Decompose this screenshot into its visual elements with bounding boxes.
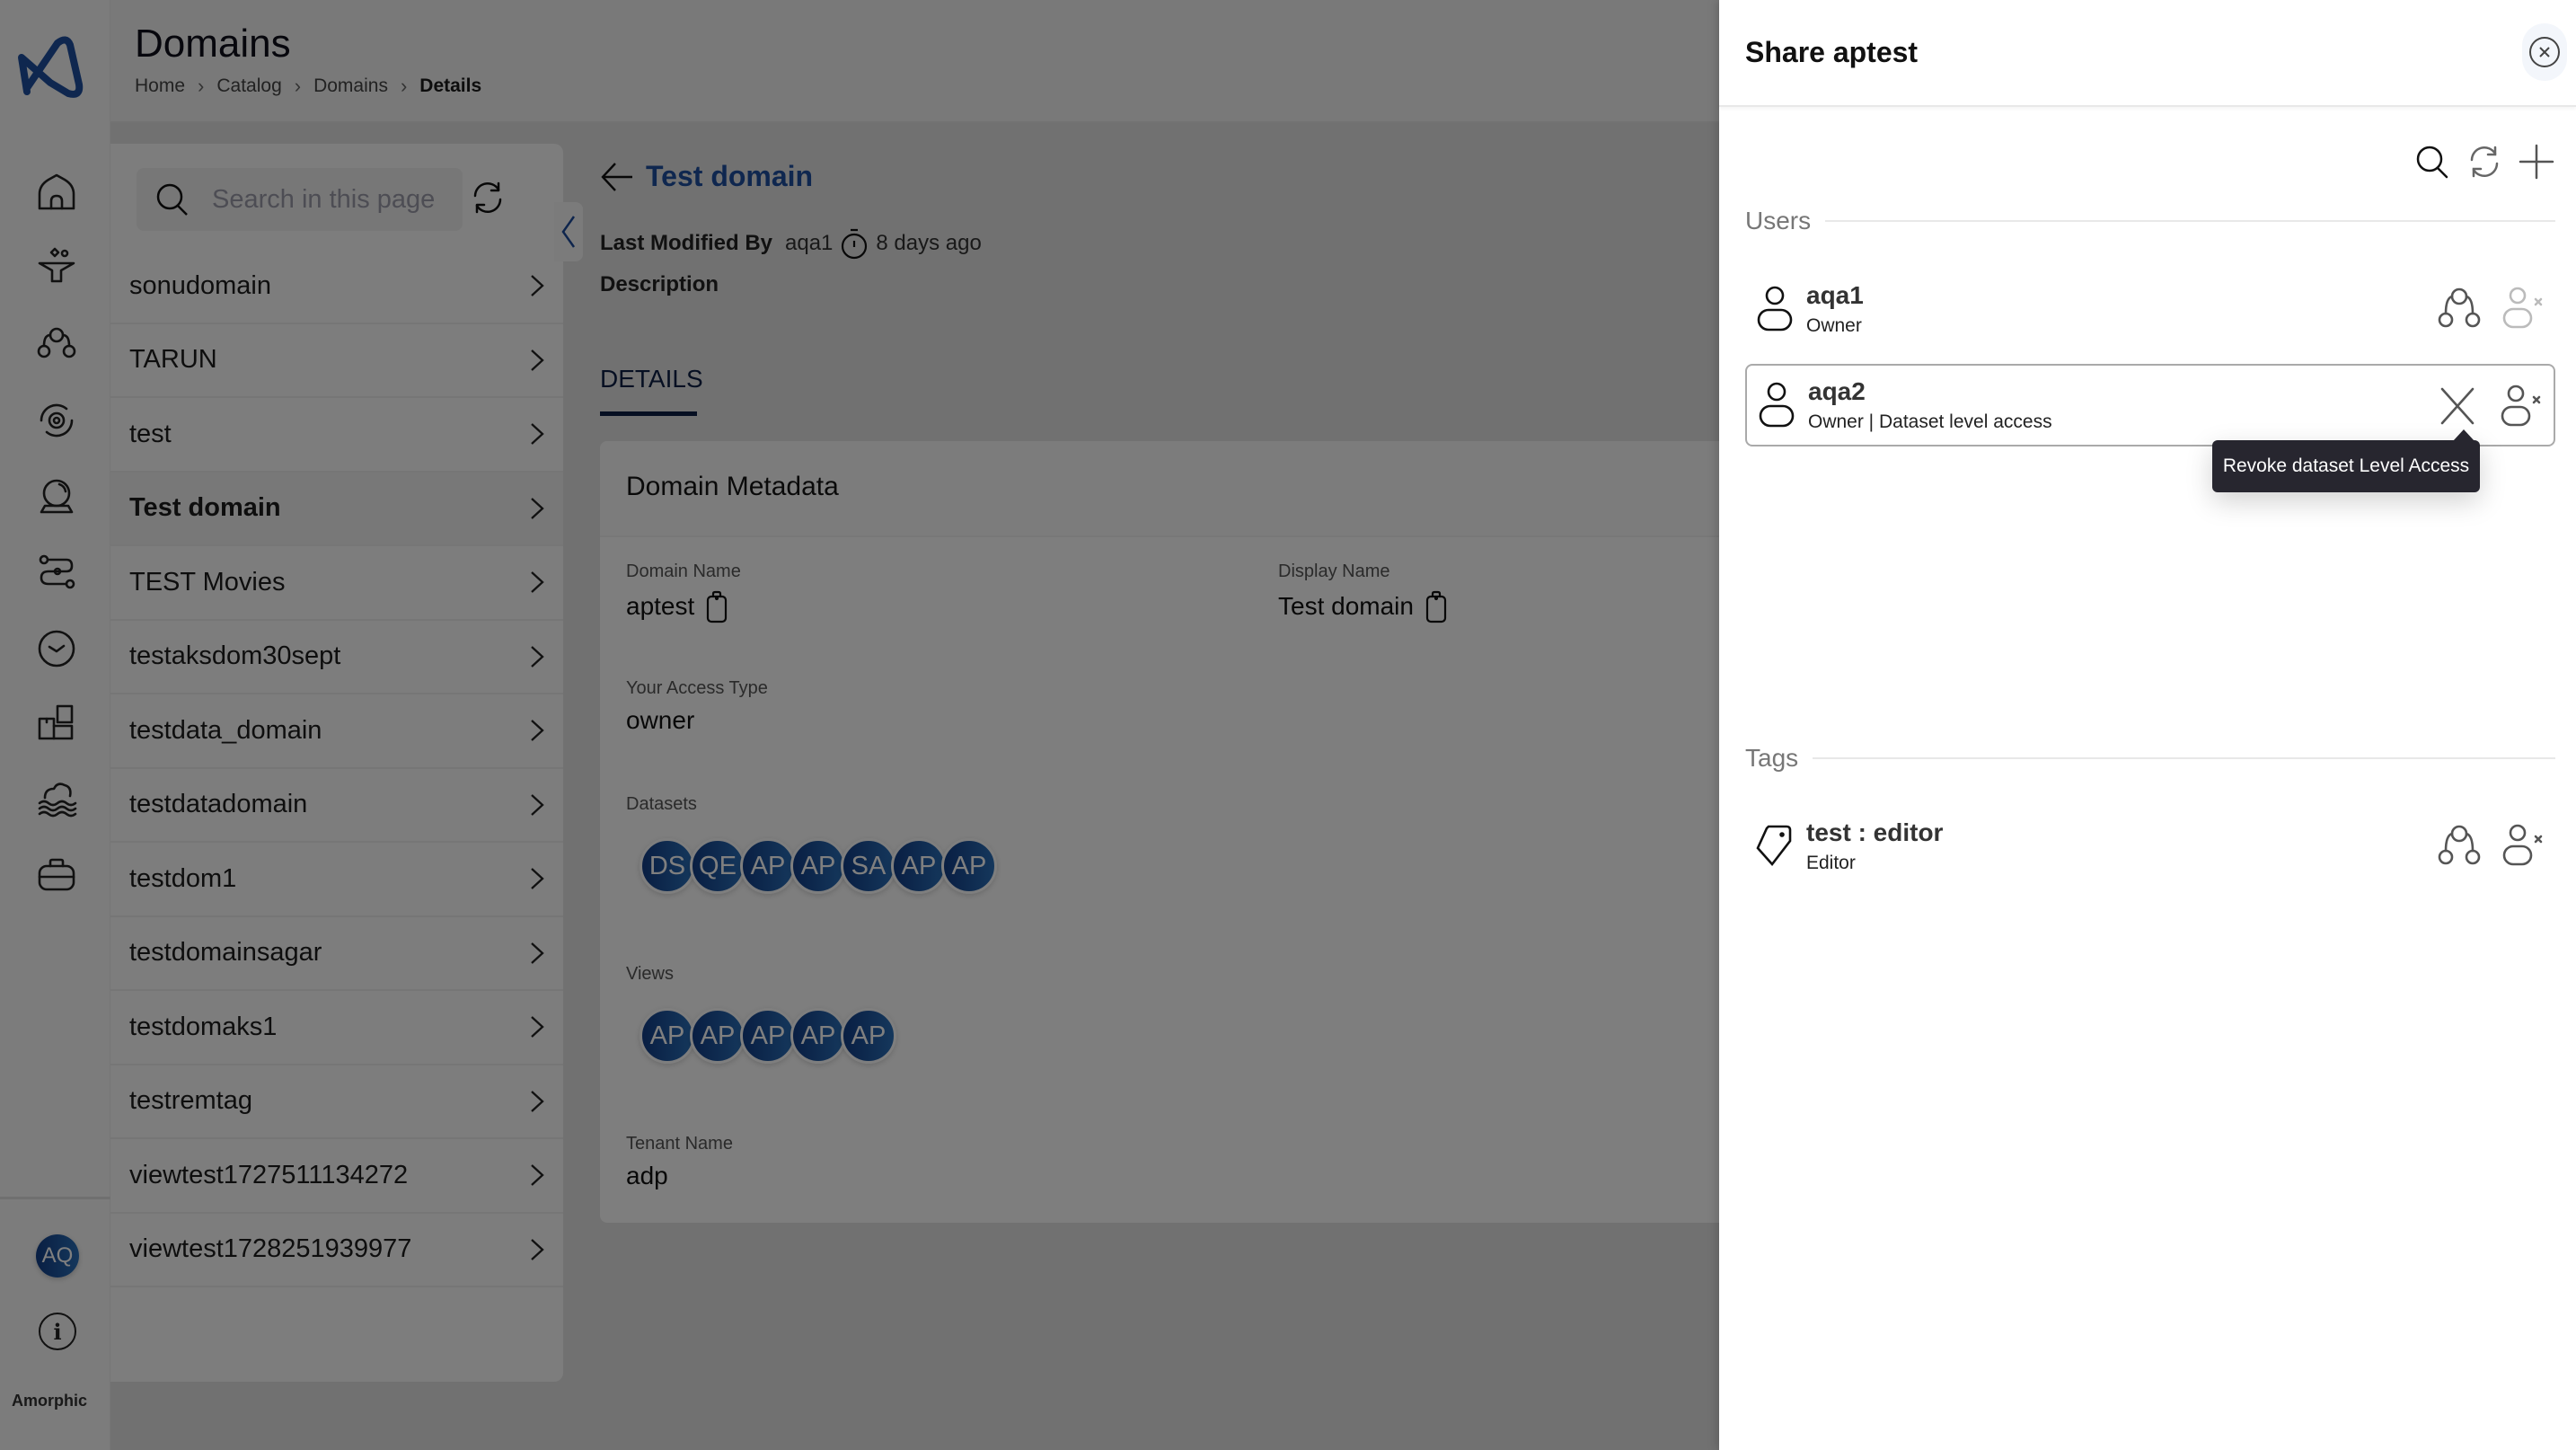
user-role: Owner (1806, 315, 1862, 336)
share-title: Share aptest (1745, 36, 1919, 68)
section-divider (1825, 220, 2555, 222)
remove-user-button[interactable] (2500, 286, 2545, 331)
revoke-dataset-access-button[interactable] (2435, 384, 2480, 429)
user-icon (1754, 284, 1795, 334)
search-icon (2416, 146, 2448, 179)
search-button[interactable] (2414, 142, 2450, 181)
user-role: Owner | Dataset level access (1808, 411, 2052, 432)
section-divider (1813, 757, 2555, 759)
share-toolbar (2414, 142, 2554, 181)
refresh-button[interactable] (2466, 142, 2502, 181)
users-section-label: Users (1745, 207, 1812, 234)
plus-icon (2519, 144, 2554, 180)
tag-name: test : editor (1806, 818, 1944, 846)
share-header: Share aptest (1719, 0, 2576, 107)
remove-user-icon (2502, 824, 2543, 866)
user-name: aqa2 (1808, 377, 1866, 405)
hierarchy-icon (2438, 825, 2481, 865)
tags-section-header: Tags (1745, 744, 2555, 773)
user-icon (1756, 380, 1797, 430)
tooltip: Revoke dataset Level Access (2212, 429, 2480, 492)
tag-row: test : editor Editor (1745, 805, 2555, 888)
users-section-header: Users (1745, 207, 2555, 235)
remove-user-button[interactable] (2498, 384, 2543, 429)
close-circle-icon (2529, 37, 2560, 67)
close-button[interactable] (2522, 23, 2567, 81)
tags-section-label: Tags (1745, 744, 1799, 772)
close-x-icon (2440, 387, 2475, 425)
hierarchy-icon (2438, 287, 2481, 328)
dataset-level-access-button[interactable] (2437, 286, 2482, 331)
user-row: aqa2 Owner | Dataset level access (1745, 364, 2555, 446)
user-row: aqa1 Owner (1745, 268, 2555, 350)
tag-role: Editor (1806, 853, 1856, 873)
remove-user-icon (2502, 287, 2543, 329)
remove-user-icon (2501, 385, 2541, 427)
refresh-icon (2470, 146, 2499, 178)
dataset-level-access-button[interactable] (2437, 823, 2482, 868)
user-name: aqa1 (1806, 281, 1864, 309)
tag-icon (1754, 821, 1795, 871)
add-button[interactable] (2519, 142, 2554, 181)
share-drawer: Share aptest Users aqa1 Owner aqa2 Owner… (1719, 0, 2576, 1450)
remove-tag-button[interactable] (2500, 823, 2545, 868)
